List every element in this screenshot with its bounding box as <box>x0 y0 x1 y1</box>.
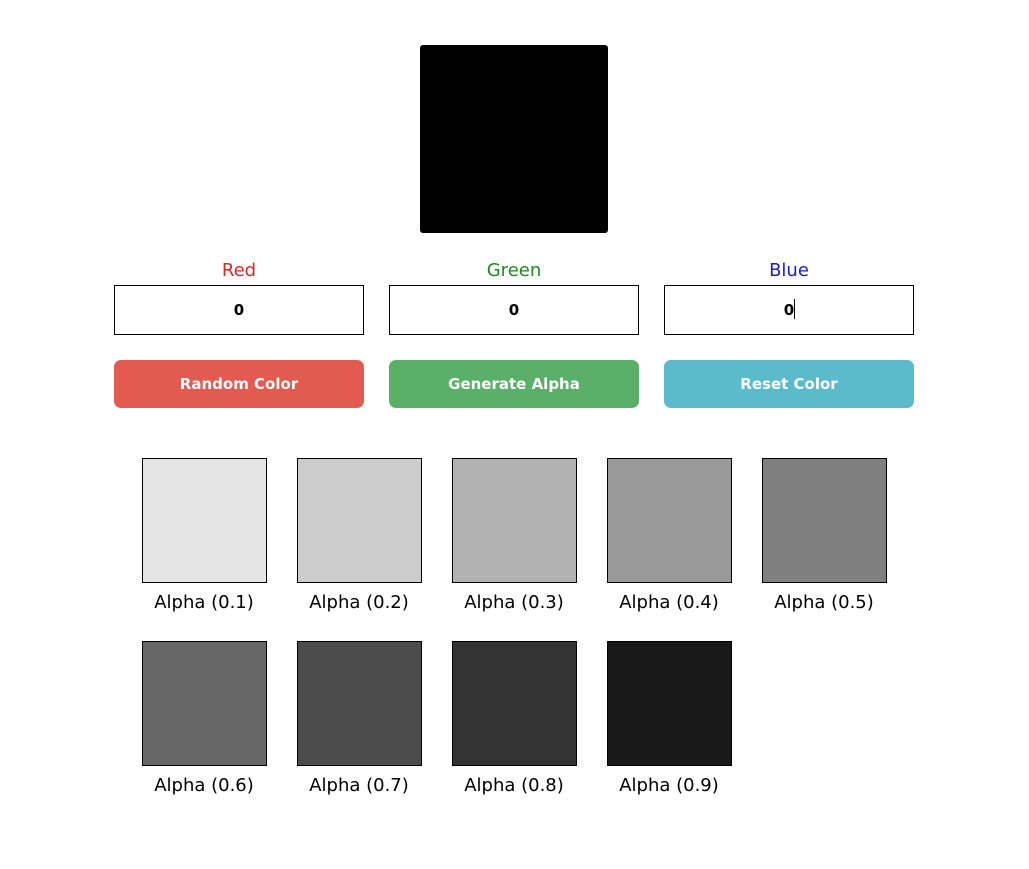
swatch-label: Alpha (0.2) <box>309 592 409 613</box>
swatch-label: Alpha (0.9) <box>619 775 719 796</box>
alpha-swatch: Alpha (0.4) <box>607 458 732 615</box>
generate-alpha-button[interactable]: Generate Alpha <box>389 360 639 408</box>
alpha-swatch: Alpha (0.2) <box>297 458 422 615</box>
swatch-label: Alpha (0.6) <box>154 775 254 796</box>
alpha-swatch: Alpha (0.7) <box>297 641 422 798</box>
swatch-label: Alpha (0.4) <box>619 592 719 613</box>
swatch-label: Alpha (0.1) <box>154 592 254 613</box>
green-channel: Green <box>389 258 639 335</box>
alpha-swatch: Alpha (0.1) <box>142 458 267 615</box>
swatch-box-3 <box>607 458 732 583</box>
swatch-box-1 <box>297 458 422 583</box>
reset-color-button[interactable]: Reset Color <box>664 360 914 408</box>
swatch-box-4 <box>762 458 887 583</box>
swatch-label: Alpha (0.5) <box>774 592 874 613</box>
alpha-swatch: Alpha (0.6) <box>142 641 267 798</box>
text-caret <box>794 299 795 319</box>
blue-input[interactable] <box>664 285 914 335</box>
swatch-box-0 <box>142 458 267 583</box>
alpha-swatch: Alpha (0.3) <box>452 458 577 615</box>
green-input[interactable] <box>389 285 639 335</box>
color-preview <box>420 45 608 233</box>
red-label: Red <box>221 260 257 281</box>
swatch-box-8 <box>607 641 732 766</box>
red-channel: Red <box>114 258 364 335</box>
alpha-swatch: Alpha (0.9) <box>607 641 732 798</box>
swatch-box-5 <box>142 641 267 766</box>
swatch-label: Alpha (0.3) <box>464 592 564 613</box>
swatch-box-2 <box>452 458 577 583</box>
blue-channel: Blue <box>664 258 914 335</box>
alpha-swatch: Alpha (0.5) <box>762 458 887 615</box>
green-label: Green <box>486 260 542 281</box>
red-input[interactable] <box>114 285 364 335</box>
alpha-swatch: Alpha (0.8) <box>452 641 577 798</box>
swatch-label: Alpha (0.7) <box>309 775 409 796</box>
swatch-box-7 <box>452 641 577 766</box>
swatch-box-6 <box>297 641 422 766</box>
swatch-label: Alpha (0.8) <box>464 775 564 796</box>
blue-label: Blue <box>769 260 809 281</box>
random-color-button[interactable]: Random Color <box>114 360 364 408</box>
